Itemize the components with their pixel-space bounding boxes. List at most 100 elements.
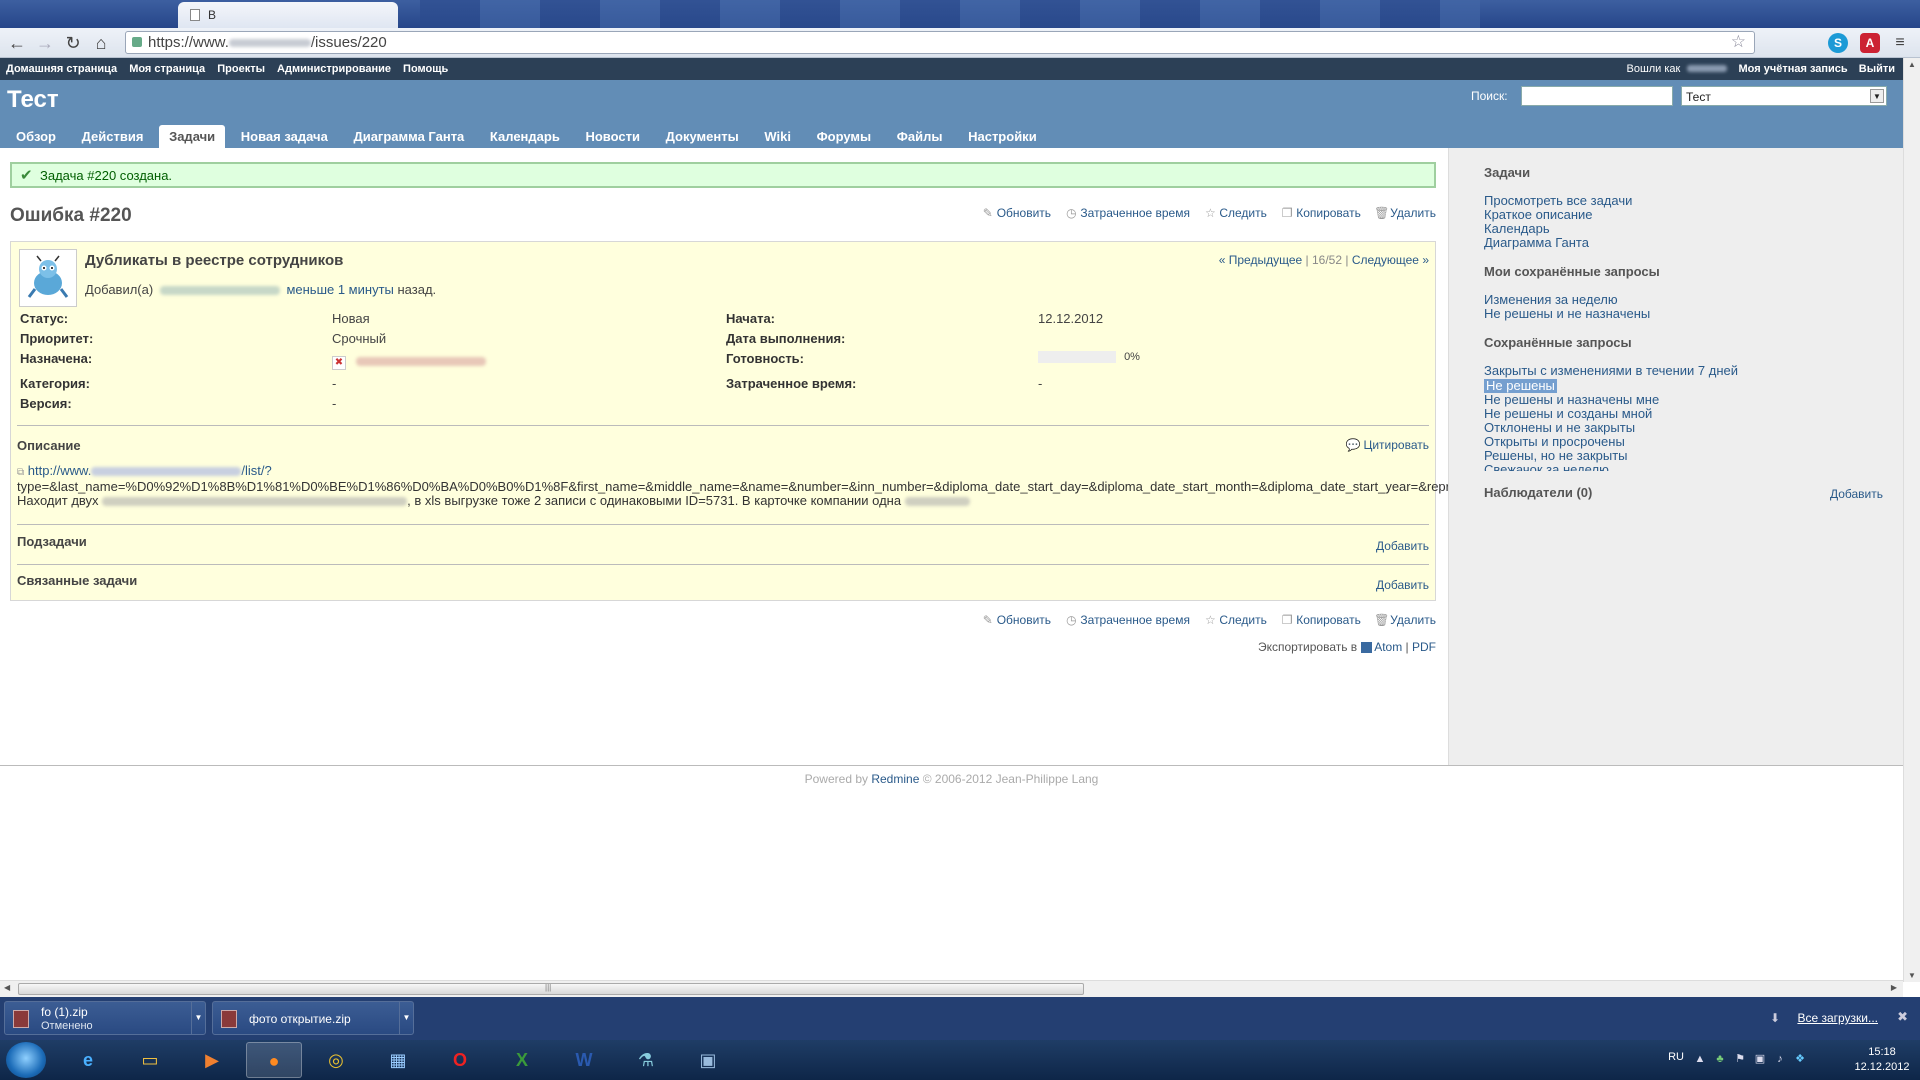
internet-explorer-icon[interactable]: e bbox=[60, 1042, 116, 1078]
tray-app-icon[interactable]: ♣ bbox=[1714, 1053, 1726, 1065]
chrome-icon[interactable]: ◎ bbox=[308, 1042, 364, 1078]
vertical-scrollbar[interactable]: ▲ ▼ bbox=[1903, 58, 1920, 982]
sidebar-query-assigned-to-me[interactable]: Не решены и назначены мне bbox=[1484, 393, 1883, 407]
flash-issue-link[interactable]: #220 bbox=[87, 168, 116, 183]
tab-new-issue[interactable]: Новая задача bbox=[231, 125, 338, 148]
opera-icon[interactable]: O bbox=[432, 1042, 488, 1078]
back-arrow-icon[interactable]: ← bbox=[6, 33, 28, 53]
delete-link[interactable]: Удалить bbox=[1390, 206, 1436, 220]
scroll-left-arrow-icon[interactable]: ◀ bbox=[4, 983, 10, 992]
scroll-up-arrow-icon[interactable]: ▲ bbox=[1908, 60, 1916, 69]
add-subtask-link[interactable]: Добавить bbox=[1376, 539, 1429, 553]
update-link[interactable]: Обновить bbox=[997, 206, 1051, 220]
top-menu-help[interactable]: Помощь bbox=[403, 63, 448, 75]
excel-icon[interactable]: X bbox=[494, 1042, 550, 1078]
network-icon[interactable]: ▣ bbox=[1754, 1053, 1766, 1065]
tab-files[interactable]: Файлы bbox=[887, 125, 953, 148]
tab-issues[interactable]: Задачи bbox=[159, 125, 226, 150]
update-action[interactable]: ✎ Обновить bbox=[981, 613, 1051, 627]
time-action[interactable]: ◷ Затраченное время bbox=[1064, 206, 1190, 220]
watch-link[interactable]: Следить bbox=[1219, 206, 1267, 220]
tab-gantt[interactable]: Диаграмма Ганта bbox=[343, 125, 474, 148]
network-tool-icon[interactable]: ⚗ bbox=[618, 1042, 674, 1078]
add-watcher-link[interactable]: Добавить bbox=[1830, 487, 1883, 501]
time-link[interactable]: Затраченное время bbox=[1080, 206, 1190, 220]
prev-issue-link[interactable]: « Предыдущее bbox=[1219, 253, 1302, 267]
redmine-link[interactable]: Redmine bbox=[871, 772, 919, 786]
remote-desktop-icon[interactable]: ▣ bbox=[680, 1042, 736, 1078]
media-player-icon[interactable]: ▶ bbox=[184, 1042, 240, 1078]
quote-action[interactable]: 💬 Цитировать bbox=[1346, 438, 1429, 452]
tab-activity[interactable]: Действия bbox=[72, 125, 154, 148]
logout-link[interactable]: Выйти bbox=[1859, 63, 1895, 75]
top-menu-my-page[interactable]: Моя страница bbox=[129, 63, 205, 75]
bookmark-star-icon[interactable]: ☆ bbox=[1731, 32, 1746, 52]
time-link[interactable]: Затраченное время bbox=[1080, 613, 1190, 627]
tab-forums[interactable]: Форумы bbox=[807, 125, 882, 148]
tab-settings[interactable]: Настройки bbox=[958, 125, 1047, 148]
copy-link[interactable]: Копировать bbox=[1296, 613, 1361, 627]
dropbox-icon[interactable]: ❖ bbox=[1794, 1053, 1806, 1065]
watch-action[interactable]: ☆ Следить bbox=[1203, 206, 1267, 220]
watch-action[interactable]: ☆ Следить bbox=[1203, 613, 1267, 627]
export-pdf-link[interactable]: PDF bbox=[1412, 640, 1436, 654]
assignee[interactable]: ✖ bbox=[332, 353, 486, 370]
sidebar-query-closed-7-days[interactable]: Закрыты с изменениями в течении 7 дней bbox=[1484, 364, 1883, 378]
next-issue-link[interactable]: Следующее » bbox=[1352, 253, 1429, 267]
update-link[interactable]: Обновить bbox=[997, 613, 1051, 627]
delete-link[interactable]: Удалить bbox=[1390, 613, 1436, 627]
tab-news[interactable]: Новости bbox=[575, 125, 650, 148]
scroll-down-arrow-icon[interactable]: ▼ bbox=[1908, 971, 1916, 980]
firefox-icon[interactable]: ● bbox=[246, 1042, 302, 1078]
skype-extension-icon[interactable]: S bbox=[1828, 33, 1848, 53]
assignee-name-blurred[interactable] bbox=[355, 357, 486, 367]
forward-arrow-icon[interactable]: → bbox=[34, 33, 56, 53]
copy-action[interactable]: ❐ Копировать bbox=[1280, 613, 1361, 627]
top-menu-administration[interactable]: Администрирование bbox=[277, 63, 391, 75]
action-center-flag-icon[interactable]: ⚑ bbox=[1734, 1053, 1746, 1065]
sidebar-query-unresolved[interactable]: Не решены bbox=[1484, 379, 1557, 393]
chevron-down-icon[interactable]: ▼ bbox=[399, 1002, 413, 1034]
quote-link[interactable]: Цитировать bbox=[1363, 438, 1429, 452]
top-menu-home[interactable]: Домашняя страница bbox=[6, 63, 117, 75]
tab-calendar[interactable]: Календарь bbox=[480, 125, 570, 148]
sidebar-query-week-changes[interactable]: Изменения за неделю bbox=[1484, 293, 1883, 307]
export-atom-link[interactable]: Atom bbox=[1374, 640, 1402, 654]
chevron-down-icon[interactable]: ▼ bbox=[191, 1002, 205, 1034]
all-downloads-link[interactable]: Все загрузки... bbox=[1797, 1011, 1878, 1025]
clock[interactable]: 15:18 12.12.2012 bbox=[1852, 1045, 1912, 1075]
scroll-right-arrow-icon[interactable]: ▶ bbox=[1891, 983, 1897, 992]
language-indicator[interactable]: RU bbox=[1668, 1051, 1684, 1063]
author-name-blurred[interactable] bbox=[159, 286, 280, 296]
download-item[interactable]: fo (1).zip Отменено ▼ bbox=[4, 1001, 206, 1035]
add-related-link[interactable]: Добавить bbox=[1376, 578, 1429, 592]
tray-expand-icon[interactable]: ▲ bbox=[1694, 1053, 1706, 1065]
top-menu-projects[interactable]: Проекты bbox=[217, 63, 265, 75]
home-icon[interactable]: ⌂ bbox=[90, 33, 112, 53]
volume-icon[interactable]: ♪ bbox=[1774, 1053, 1786, 1065]
adobe-extension-icon[interactable]: A bbox=[1860, 33, 1880, 53]
sidebar-view-all-issues[interactable]: Просмотреть все задачи bbox=[1484, 194, 1883, 208]
description-url[interactable]: http://www. /list/? bbox=[28, 463, 272, 478]
delete-action[interactable]: 🗑Удалить bbox=[1374, 206, 1436, 220]
menu-icon[interactable]: ≡ bbox=[1890, 33, 1910, 53]
sidebar-query-created-by-me[interactable]: Не решены и созданы мной bbox=[1484, 407, 1883, 421]
update-action[interactable]: ✎ Обновить bbox=[981, 206, 1051, 220]
horizontal-scrollbar[interactable]: ◀ ||| ▶ bbox=[0, 980, 1903, 997]
sidebar-calendar[interactable]: Календарь bbox=[1484, 222, 1883, 236]
reload-icon[interactable]: ↻ bbox=[62, 33, 84, 53]
sidebar-query-resolved-open[interactable]: Решены, но не закрыты bbox=[1484, 449, 1883, 463]
tab-wiki[interactable]: Wiki bbox=[754, 125, 801, 148]
time-action[interactable]: ◷ Затраченное время bbox=[1064, 613, 1190, 627]
tab-documents[interactable]: Документы bbox=[656, 125, 749, 148]
copy-link[interactable]: Копировать bbox=[1296, 206, 1361, 220]
start-button[interactable] bbox=[6, 1042, 46, 1078]
word-icon[interactable]: W bbox=[556, 1042, 612, 1078]
copy-action[interactable]: ❐ Копировать bbox=[1280, 206, 1361, 220]
browser-tab[interactable]: В bbox=[178, 2, 398, 28]
my-account-link[interactable]: Моя учётная запись bbox=[1739, 63, 1848, 75]
address-bar[interactable]: https://www. /issues/220 ☆ bbox=[125, 31, 1755, 54]
project-jump-select[interactable]: Тест ▼ bbox=[1681, 86, 1887, 106]
tab-overview[interactable]: Обзор bbox=[6, 125, 66, 148]
calculator-icon[interactable]: ▦ bbox=[370, 1042, 426, 1078]
